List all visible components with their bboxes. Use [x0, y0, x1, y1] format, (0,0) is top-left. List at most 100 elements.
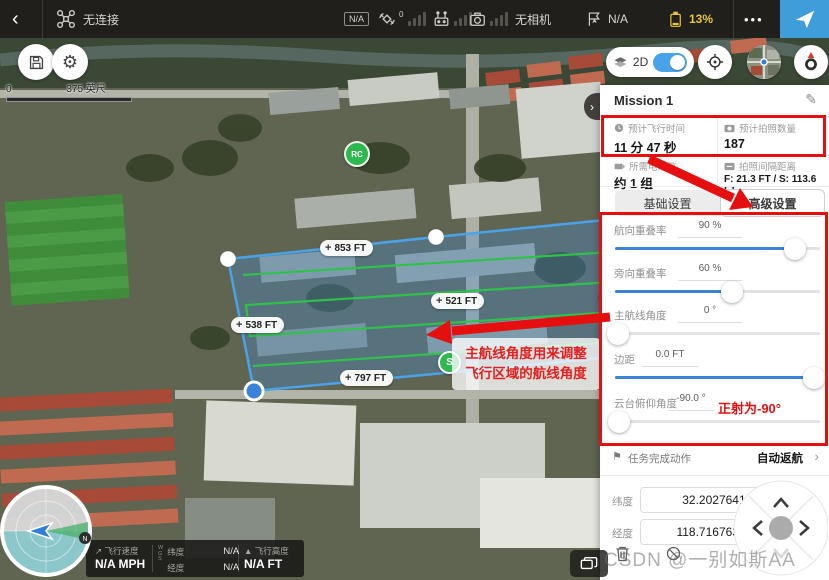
wgs-block: WGS 纬度 N/A 经度 N/A [158, 546, 239, 574]
annotation-route-note: 主航线角度用来调整 飞行区域的航线角度 [452, 338, 600, 390]
move-cross-icon: + [325, 242, 331, 254]
nudge-center-knob[interactable] [769, 516, 793, 540]
vertex-handle[interactable] [220, 251, 236, 267]
scale-end: 375 英尺 [66, 84, 105, 95]
stat-flight-time-label: 预计飞行时间 [614, 121, 685, 135]
map-2d-toggle[interactable] [653, 53, 687, 72]
slider-handle[interactable] [608, 411, 630, 433]
scale-bar [6, 97, 132, 102]
finish-action-value: 自动返航 [757, 450, 803, 466]
divider [238, 545, 239, 572]
move-cross-icon: + [436, 295, 442, 307]
divider [152, 545, 153, 572]
airplane-icon [794, 8, 816, 30]
map-mode-pill: 2D [606, 47, 694, 77]
tab-advanced-settings[interactable]: 高级设置 [720, 189, 825, 217]
collapse-chevron-icon: › [590, 100, 594, 114]
divider [733, 0, 734, 38]
scale-start: 0 [6, 84, 12, 95]
divider [600, 116, 829, 117]
altitude-label-row: ▲ 飞行高度 [244, 545, 289, 557]
drone-icon [56, 9, 76, 29]
layers-icon [613, 55, 628, 70]
slider-label: 旁向重叠率 [614, 266, 667, 281]
takeoff-button[interactable] [780, 0, 829, 38]
mission-title: Mission 1 [614, 93, 673, 108]
slider-value-field[interactable]: -90.0 ° [668, 393, 714, 411]
slider-margin: 边距 0.0 FT [600, 350, 829, 392]
slider-value-field[interactable]: 0.0 FT [642, 349, 698, 367]
edge-label-right: + 521 FT [431, 293, 484, 309]
save-icon [28, 54, 45, 71]
slider-label: 航向重叠率 [614, 223, 667, 238]
minimap-button[interactable] [747, 45, 781, 79]
stat-battery-label: 所需电池数 [614, 159, 677, 173]
camera-icon [468, 10, 487, 28]
tab-basic-settings[interactable]: 基础设置 [615, 190, 720, 216]
divider [600, 186, 829, 187]
slider-side-overlap: 旁向重叠率 60 % [600, 264, 829, 306]
wgs-label: WGS [158, 546, 163, 574]
disable-icon[interactable] [666, 546, 681, 561]
mission-header: Mission 1 ✎ [600, 85, 829, 116]
crosshair-icon [706, 53, 724, 71]
gear-icon: ⚙ [62, 52, 78, 73]
toggle-knob [670, 55, 685, 70]
slider-label: 边距 [614, 352, 635, 367]
slider-track[interactable] [615, 247, 820, 250]
more-menu-button[interactable]: ••• [744, 12, 764, 27]
map-layer-switch-button[interactable] [570, 550, 608, 577]
map-layers-icon [580, 556, 598, 571]
slider-handle[interactable] [721, 281, 743, 303]
slider-label: 主航线角度 [614, 308, 667, 323]
vertex-handle-selected[interactable] [245, 382, 263, 400]
slider-track[interactable] [615, 376, 820, 379]
vertex-handle[interactable] [428, 229, 444, 245]
back-button[interactable]: ‹ [12, 8, 19, 31]
slider-handle[interactable] [784, 238, 806, 260]
slider-value-field[interactable]: 90 % [678, 220, 742, 238]
nudge-dpad[interactable] [731, 478, 829, 576]
app-screen: 0 375 英尺 + 853 FT + 521 FT + 538 FT + 79… [0, 0, 829, 580]
chevron-right-icon: › [814, 448, 819, 464]
slider-course-overlap: 航向重叠率 90 % [600, 221, 829, 263]
finish-action-row[interactable]: ⚑ 任务完成动作 自动返航 › [600, 447, 829, 473]
satellite-icon [377, 10, 397, 28]
attitude-compass[interactable]: N [0, 483, 96, 580]
slider-value-field[interactable]: 60 % [678, 263, 742, 281]
move-cross-icon: + [345, 372, 351, 384]
camera-signal-bars [490, 12, 508, 26]
edit-mission-icon[interactable]: ✎ [805, 91, 817, 108]
slider-track[interactable] [615, 332, 820, 335]
latitude-label: 纬度 [612, 494, 633, 509]
delete-mission-icon[interactable] [615, 545, 630, 562]
save-mission-button[interactable] [18, 44, 54, 80]
slider-handle[interactable] [607, 323, 629, 345]
compass-reset-button[interactable] [794, 45, 828, 79]
longitude-label: 经度 [612, 526, 633, 541]
locate-button[interactable] [698, 45, 732, 79]
slider-value-field[interactable]: 0 ° [678, 305, 742, 323]
settings-tabs: 基础设置 高级设置 [615, 190, 825, 216]
battery-percent: 13% [689, 12, 713, 26]
speed-label-row: ↗ 飞行速度 [95, 545, 139, 557]
slider-track[interactable] [615, 420, 820, 423]
gimbal-annotation: 正射为-90° [718, 398, 781, 417]
satellite-signal-bars [408, 12, 426, 26]
mission-panel: Mission 1 ✎ 预计飞行时间 11 分 47 秒 预计拍照数量 187 … [600, 85, 829, 580]
settings-button[interactable]: ⚙ [52, 44, 88, 80]
divider [600, 475, 829, 476]
finish-action-label: 任务完成动作 [628, 451, 691, 466]
map-scale: 0 375 英尺 [6, 80, 132, 102]
interval-icon [724, 161, 735, 171]
rc-location-marker: RC [344, 141, 370, 167]
tel-lat-value: N/A [223, 546, 239, 558]
status-na-badge: N/A [344, 12, 369, 26]
edge-label-bottom: + 797 FT [340, 370, 393, 386]
slider-handle[interactable] [803, 367, 825, 389]
compass-icon [798, 49, 824, 75]
stat-photo-count-value: 187 [724, 137, 745, 151]
camera-status: 无相机 [515, 11, 551, 28]
slider-track[interactable] [615, 290, 820, 293]
stat-interval-label: 拍照间隔距离 [724, 159, 796, 173]
